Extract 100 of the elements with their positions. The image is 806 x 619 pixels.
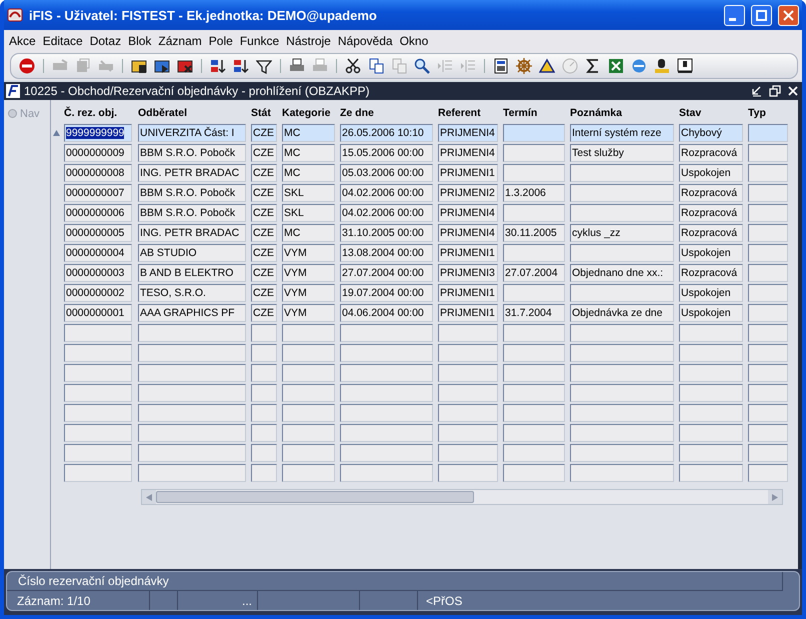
empty-field[interactable] xyxy=(570,184,674,202)
table-cell[interactable]: AB STUDIO xyxy=(138,244,246,262)
empty-field[interactable] xyxy=(503,244,565,262)
arrow-right-icon[interactable] xyxy=(772,494,778,500)
empty-field[interactable] xyxy=(748,224,788,242)
table-cell[interactable]: 27.07.2004 00:00 xyxy=(340,264,433,282)
table-cell[interactable]: MC xyxy=(282,144,335,162)
table-cell[interactable]: PRIJMENI3 xyxy=(438,264,498,282)
empty-field[interactable] xyxy=(679,384,743,402)
empty-field[interactable] xyxy=(64,464,132,482)
table-cell[interactable]: CZE xyxy=(251,224,277,242)
empty-field[interactable] xyxy=(340,344,433,362)
table-cell[interactable]: PRIJMENI4 xyxy=(438,204,498,222)
table-cell[interactable]: CZE xyxy=(251,264,277,282)
table-cell[interactable]: cyklus _zz xyxy=(570,224,674,242)
menu-item[interactable]: Funkce xyxy=(236,34,284,48)
table-cell[interactable]: SKL xyxy=(282,184,335,202)
table-cell[interactable]: BBM S.R.O. Pobočk xyxy=(138,204,246,222)
table-cell[interactable]: VYM xyxy=(282,264,335,282)
table-cell[interactable]: PRIJMENI1 xyxy=(438,304,498,322)
table-cell[interactable]: 0000000005 xyxy=(64,224,132,242)
table-cell[interactable]: CZE xyxy=(251,284,277,302)
folder-icon[interactable] xyxy=(177,58,193,74)
table-cell[interactable]: 19.07.2004 00:00 xyxy=(340,284,433,302)
table-cell[interactable]: 31.7.2004 xyxy=(503,304,565,322)
empty-field[interactable] xyxy=(503,444,565,462)
empty-field[interactable] xyxy=(251,344,277,362)
empty-field[interactable] xyxy=(570,204,674,222)
empty-field[interactable] xyxy=(340,464,433,482)
table-cell[interactable]: VYM xyxy=(282,244,335,262)
empty-field[interactable] xyxy=(138,344,246,362)
table-cell[interactable]: PRIJMENI4 xyxy=(438,124,498,142)
table-cell[interactable]: MC xyxy=(282,164,335,182)
ship-wheel-icon[interactable] xyxy=(516,58,532,74)
table-cell[interactable]: VYM xyxy=(282,284,335,302)
empty-field[interactable] xyxy=(679,424,743,442)
table-cell[interactable]: 05.03.2006 00:00 xyxy=(340,164,433,182)
empty-field[interactable] xyxy=(251,364,277,382)
empty-field[interactable] xyxy=(679,344,743,362)
table-cell[interactable]: CZE xyxy=(251,164,277,182)
empty-field[interactable] xyxy=(251,424,277,442)
folder-icon[interactable] xyxy=(154,58,170,74)
close-icon[interactable] xyxy=(786,84,800,98)
empty-field[interactable] xyxy=(679,324,743,342)
table-cell[interactable]: 0000000002 xyxy=(64,284,132,302)
empty-field[interactable] xyxy=(438,404,498,422)
table-cell[interactable]: 0000000004 xyxy=(64,244,132,262)
empty-field[interactable] xyxy=(64,384,132,402)
empty-field[interactable] xyxy=(138,324,246,342)
table-cell[interactable]: Chybový xyxy=(679,124,743,142)
empty-field[interactable] xyxy=(438,344,498,362)
table-cell[interactable]: 04.02.2006 00:00 xyxy=(340,184,433,202)
table-cell[interactable]: SKL xyxy=(282,204,335,222)
empty-field[interactable] xyxy=(570,444,674,462)
table-cell[interactable]: Interní systém reze xyxy=(570,124,674,142)
empty-field[interactable] xyxy=(282,324,335,342)
empty-field[interactable] xyxy=(251,464,277,482)
table-cell[interactable]: CZE xyxy=(251,144,277,162)
table-cell[interactable]: Rozpracová xyxy=(679,144,743,162)
filter-icon[interactable] xyxy=(256,58,272,74)
close-button[interactable] xyxy=(778,4,799,26)
empty-field[interactable] xyxy=(570,284,674,302)
table-cell[interactable]: PRIJMENI1 xyxy=(438,284,498,302)
search-icon[interactable] xyxy=(414,58,430,74)
empty-field[interactable] xyxy=(679,464,743,482)
empty-field[interactable] xyxy=(503,464,565,482)
table-cell[interactable]: 04.02.2006 00:00 xyxy=(340,204,433,222)
empty-field[interactable] xyxy=(503,164,565,182)
empty-field[interactable] xyxy=(748,244,788,262)
empty-field[interactable] xyxy=(679,444,743,462)
table-cell[interactable]: 0000000006 xyxy=(64,204,132,222)
empty-field[interactable] xyxy=(503,384,565,402)
table-cell[interactable]: 0000000008 xyxy=(64,164,132,182)
menu-item[interactable]: Záznam xyxy=(155,34,206,48)
empty-field[interactable] xyxy=(138,424,246,442)
empty-field[interactable] xyxy=(282,444,335,462)
empty-field[interactable] xyxy=(438,444,498,462)
table-cell[interactable]: CZE xyxy=(251,184,277,202)
printer-icon[interactable] xyxy=(289,58,305,74)
table-cell[interactable]: MC xyxy=(282,224,335,242)
table-cell[interactable]: CZE xyxy=(251,204,277,222)
restore-icon[interactable] xyxy=(768,84,782,98)
menu-item[interactable]: Blok xyxy=(125,34,156,48)
empty-field[interactable] xyxy=(138,364,246,382)
empty-field[interactable] xyxy=(748,324,788,342)
empty-field[interactable] xyxy=(438,424,498,442)
table-cell[interactable]: PRIJMENI1 xyxy=(438,244,498,262)
sort-icon[interactable] xyxy=(233,58,249,74)
menu-item[interactable]: Akce xyxy=(6,34,40,48)
table-cell[interactable]: AAA GRAPHICS PF xyxy=(138,304,246,322)
empty-field[interactable] xyxy=(748,164,788,182)
table-cell[interactable]: CZE xyxy=(251,304,277,322)
empty-field[interactable] xyxy=(503,344,565,362)
empty-field[interactable] xyxy=(282,404,335,422)
table-cell[interactable]: Rozpracová xyxy=(679,204,743,222)
menu-item[interactable]: Okno xyxy=(396,34,432,48)
table-cell[interactable]: ING. PETR BRADAC xyxy=(138,164,246,182)
arrow-left-icon[interactable] xyxy=(146,494,152,500)
sort-icon[interactable] xyxy=(210,58,226,74)
empty-field[interactable] xyxy=(748,464,788,482)
